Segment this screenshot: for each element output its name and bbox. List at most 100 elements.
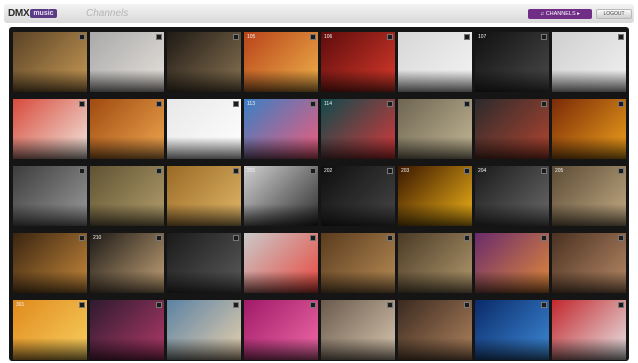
tile-caption-shade (167, 70, 241, 92)
favorite-icon[interactable] (618, 101, 624, 107)
tile-caption-shade (90, 204, 164, 226)
channel-tile[interactable]: 105 (244, 32, 318, 92)
channel-tile[interactable] (244, 233, 318, 293)
tile-caption-shade (321, 271, 395, 293)
favorite-icon[interactable] (79, 302, 85, 308)
favorite-icon[interactable] (156, 235, 162, 241)
channel-number: 202 (324, 168, 333, 174)
app-logo[interactable]: DMX music (8, 7, 57, 20)
favorite-icon[interactable] (156, 302, 162, 308)
channel-tile[interactable] (475, 99, 549, 159)
channel-tile[interactable] (475, 233, 549, 293)
favorite-icon[interactable] (387, 168, 393, 174)
channels-button[interactable]: ♫ CHANNELS ▸ (528, 9, 592, 19)
favorite-icon[interactable] (541, 168, 547, 174)
channel-tile[interactable] (167, 32, 241, 92)
channel-tile[interactable] (552, 32, 626, 92)
tile-caption-shade (475, 271, 549, 293)
favorite-icon[interactable] (387, 101, 393, 107)
favorite-icon[interactable] (618, 34, 624, 40)
favorite-icon[interactable] (79, 34, 85, 40)
logo-badge: music (30, 9, 57, 18)
favorite-icon[interactable] (464, 101, 470, 107)
favorite-icon[interactable] (79, 101, 85, 107)
favorite-icon[interactable] (541, 235, 547, 241)
favorite-icon[interactable] (233, 168, 239, 174)
tile-caption-shade (398, 338, 472, 360)
favorite-icon[interactable] (310, 302, 316, 308)
channel-tile[interactable] (90, 166, 164, 226)
channel-tile[interactable] (552, 99, 626, 159)
top-bar: DMX music Channels ♫ CHANNELS ▸ LOGOUT (4, 4, 634, 23)
channel-tile[interactable] (167, 300, 241, 360)
favorite-icon[interactable] (464, 235, 470, 241)
tile-caption-shade (552, 271, 626, 293)
favorite-icon[interactable] (464, 302, 470, 308)
favorite-icon[interactable] (541, 34, 547, 40)
channel-tile[interactable] (167, 166, 241, 226)
channel-tile[interactable] (167, 233, 241, 293)
favorite-icon[interactable] (387, 34, 393, 40)
channel-tile[interactable] (321, 300, 395, 360)
logout-button[interactable]: LOGOUT (596, 9, 632, 19)
tile-caption-shade (167, 137, 241, 159)
channel-tile[interactable]: 203 (398, 166, 472, 226)
channel-tile[interactable] (13, 32, 87, 92)
favorite-icon[interactable] (541, 302, 547, 308)
channel-tile[interactable]: 113 (244, 99, 318, 159)
channel-tile[interactable] (167, 99, 241, 159)
favorite-icon[interactable] (464, 34, 470, 40)
channel-tile[interactable] (90, 99, 164, 159)
channel-tile[interactable] (321, 233, 395, 293)
channel-tile[interactable] (398, 32, 472, 92)
tile-caption-shade (244, 70, 318, 92)
favorite-icon[interactable] (233, 34, 239, 40)
channel-tile[interactable]: 106 (321, 32, 395, 92)
channel-tile[interactable] (90, 32, 164, 92)
favorite-icon[interactable] (618, 168, 624, 174)
favorite-icon[interactable] (233, 302, 239, 308)
logo-text: DMX (8, 8, 30, 19)
channel-tile[interactable]: 210 (90, 233, 164, 293)
favorite-icon[interactable] (618, 235, 624, 241)
favorite-icon[interactable] (387, 235, 393, 241)
channel-tile[interactable] (398, 233, 472, 293)
favorite-icon[interactable] (541, 101, 547, 107)
tile-caption-shade (475, 204, 549, 226)
favorite-icon[interactable] (233, 235, 239, 241)
channel-tile[interactable]: 107 (475, 32, 549, 92)
channel-tile[interactable] (398, 300, 472, 360)
channel-tile[interactable]: 205 (552, 166, 626, 226)
favorite-icon[interactable] (233, 101, 239, 107)
channel-tile[interactable] (244, 300, 318, 360)
channel-number: 113 (247, 101, 255, 107)
channel-tile[interactable] (13, 99, 87, 159)
favorite-icon[interactable] (310, 101, 316, 107)
channel-tile[interactable]: 301 (13, 300, 87, 360)
favorite-icon[interactable] (387, 302, 393, 308)
channel-tile[interactable] (552, 233, 626, 293)
tile-caption-shade (167, 271, 241, 293)
favorite-icon[interactable] (464, 168, 470, 174)
channel-tile[interactable] (13, 166, 87, 226)
tile-caption-shade (90, 338, 164, 360)
favorite-icon[interactable] (618, 302, 624, 308)
channel-tile[interactable]: 202 (321, 166, 395, 226)
favorite-icon[interactable] (310, 168, 316, 174)
favorite-icon[interactable] (156, 34, 162, 40)
favorite-icon[interactable] (156, 101, 162, 107)
channel-tile[interactable] (13, 233, 87, 293)
channel-tile[interactable]: 201 (244, 166, 318, 226)
channel-tile[interactable] (398, 99, 472, 159)
favorite-icon[interactable] (156, 168, 162, 174)
channel-tile[interactable] (475, 300, 549, 360)
favorite-icon[interactable] (310, 235, 316, 241)
favorite-icon[interactable] (79, 168, 85, 174)
tile-caption-shade (13, 271, 87, 293)
favorite-icon[interactable] (310, 34, 316, 40)
channel-tile[interactable]: 114 (321, 99, 395, 159)
favorite-icon[interactable] (79, 235, 85, 241)
channel-tile[interactable] (90, 300, 164, 360)
channel-tile[interactable]: 204 (475, 166, 549, 226)
channel-tile[interactable] (552, 300, 626, 360)
